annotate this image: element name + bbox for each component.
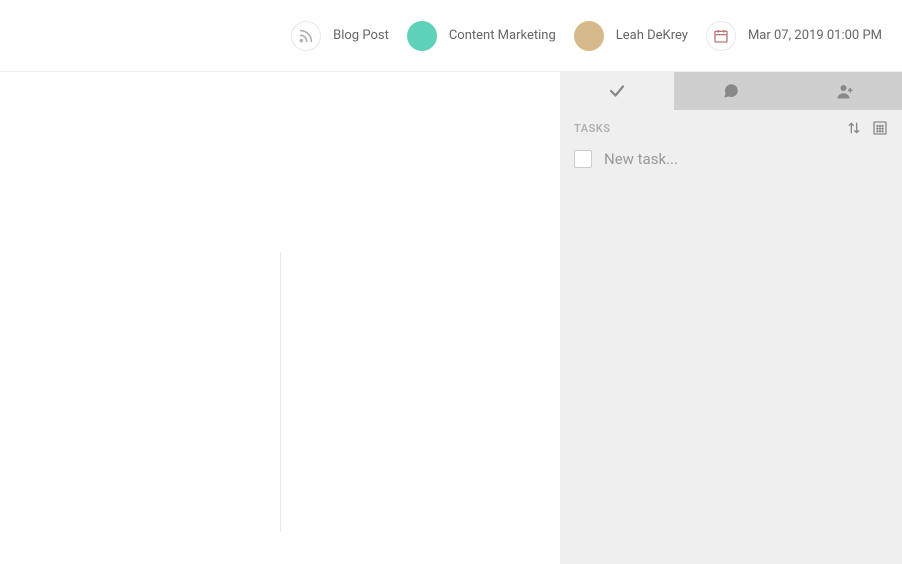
new-task-row [560, 142, 902, 176]
tab-tasks[interactable] [560, 72, 674, 110]
schedule-label: Mar 07, 2019 01:00 PM [748, 28, 882, 43]
content-area[interactable] [0, 72, 560, 564]
side-panel: TASKS [560, 72, 902, 564]
new-task-checkbox[interactable] [574, 150, 592, 168]
new-task-input[interactable] [604, 150, 888, 168]
header-bar: Blog Post Content Marketing Leah DeKrey … [0, 0, 902, 72]
check-icon [608, 82, 626, 100]
category-label: Content Marketing [449, 28, 556, 43]
template-icon[interactable] [872, 120, 888, 136]
schedule-pill[interactable]: Mar 07, 2019 01:00 PM [706, 21, 882, 51]
tasks-panel-header: TASKS [560, 110, 902, 142]
content-divider [280, 252, 281, 532]
calendar-icon [706, 21, 736, 51]
category-color-dot [407, 21, 437, 51]
tasks-panel-controls [846, 120, 888, 136]
author-avatar [574, 21, 604, 51]
tasks-title: TASKS [574, 122, 610, 135]
sort-icon[interactable] [846, 120, 862, 136]
post-type-label: Blog Post [333, 28, 389, 43]
tab-team[interactable] [788, 72, 902, 110]
main-area: TASKS [0, 72, 902, 564]
post-type-pill[interactable]: Blog Post [291, 21, 389, 51]
rss-icon [291, 21, 321, 51]
author-label: Leah DeKrey [616, 28, 688, 43]
comment-icon [722, 82, 740, 100]
category-pill[interactable]: Content Marketing [407, 21, 556, 51]
author-pill[interactable]: Leah DeKrey [574, 21, 688, 51]
person-add-icon [836, 82, 854, 100]
tab-comments[interactable] [674, 72, 788, 110]
side-panel-tabs [560, 72, 902, 110]
